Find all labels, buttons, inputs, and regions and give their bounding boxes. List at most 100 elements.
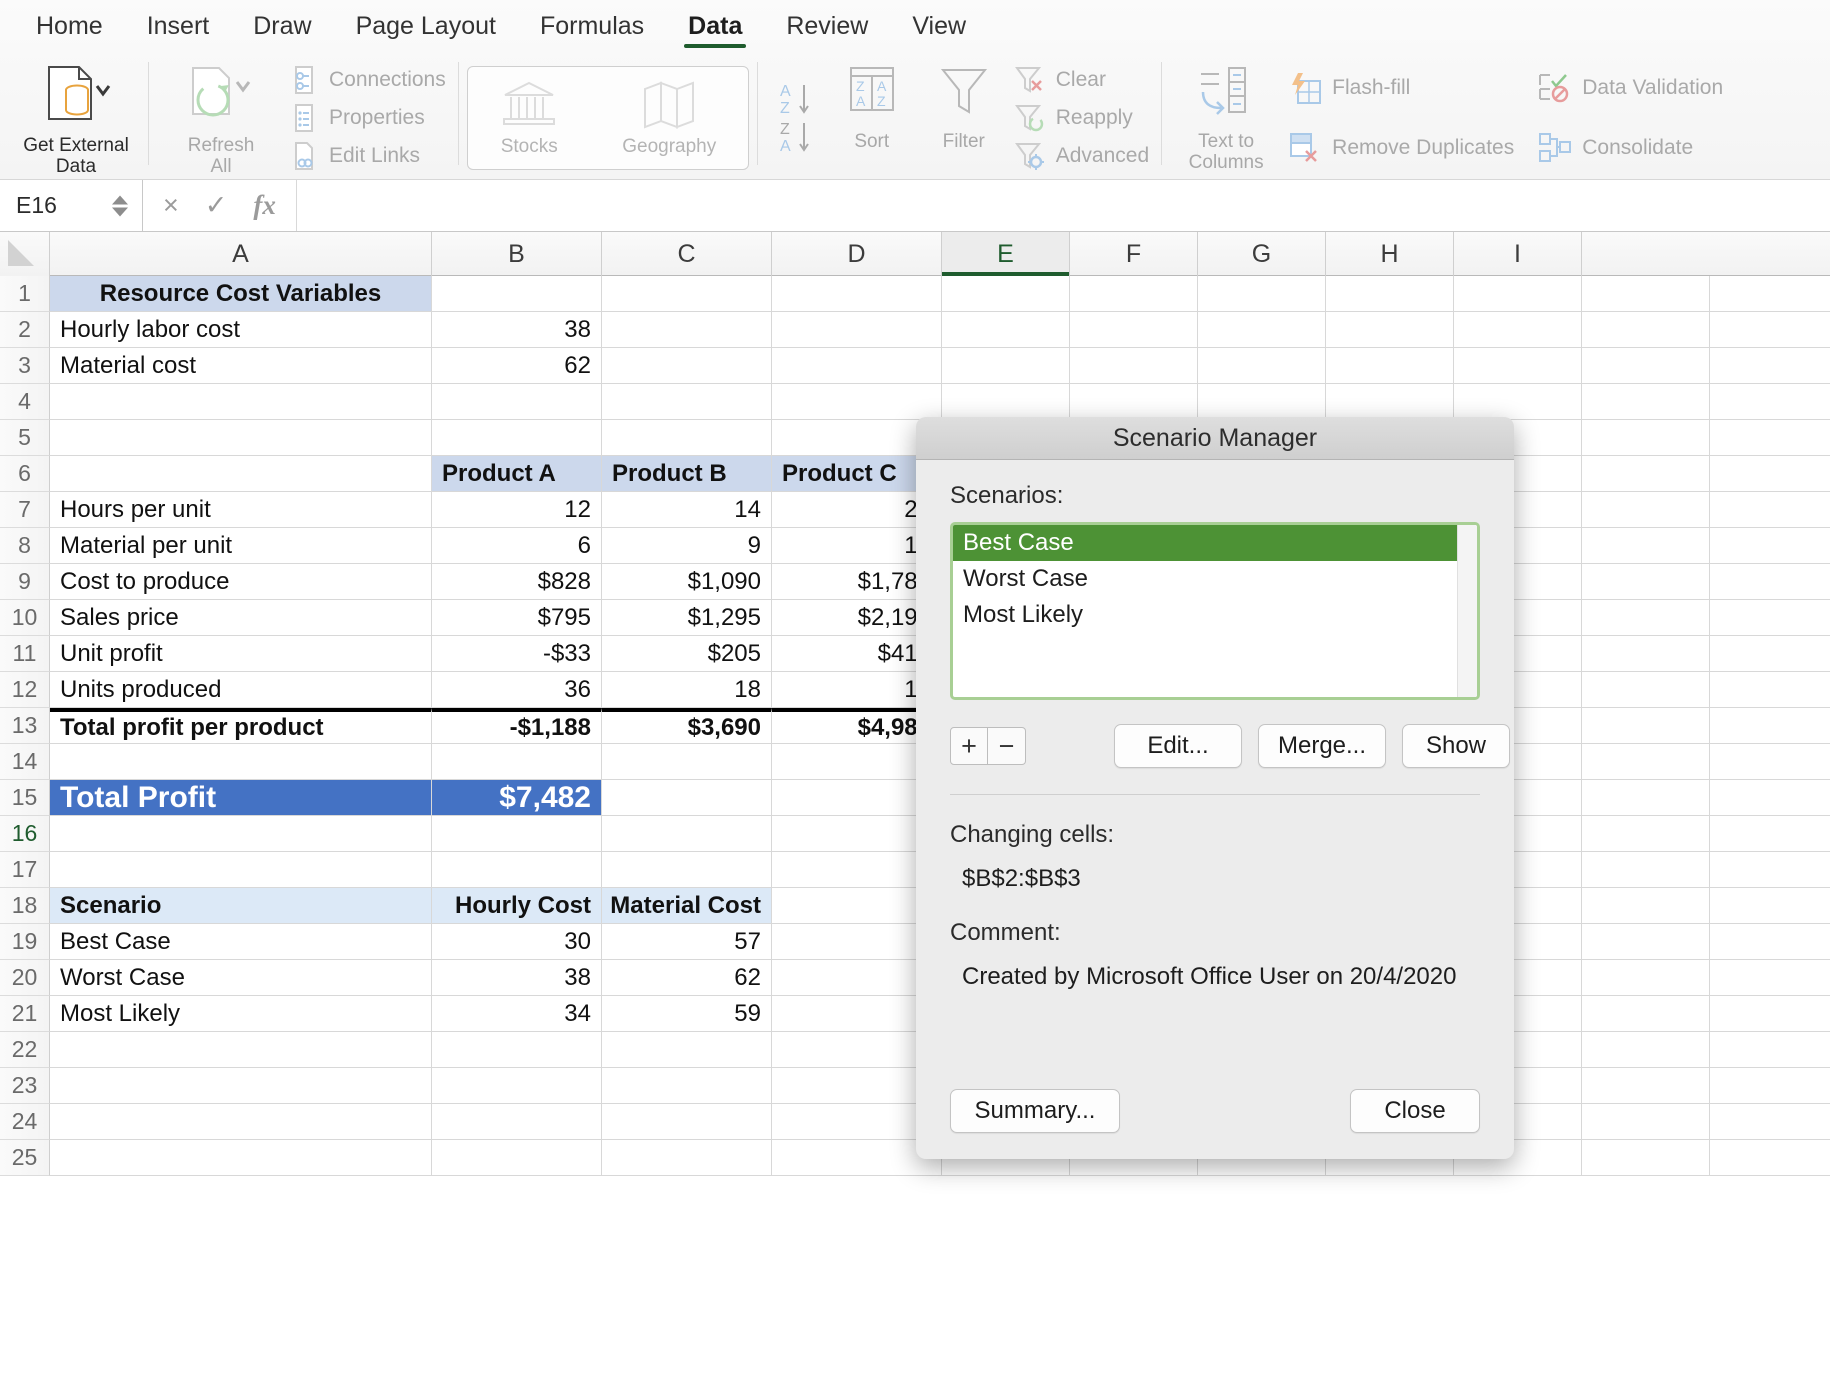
cell-K11[interactable] bbox=[1710, 636, 1830, 672]
row-header-21[interactable]: 21 bbox=[0, 996, 50, 1032]
cell-D4[interactable] bbox=[772, 384, 942, 420]
text-to-columns-button[interactable]: Text toColumns bbox=[1170, 58, 1282, 174]
cell-B17[interactable] bbox=[432, 852, 602, 888]
row-header-15[interactable]: 15 bbox=[0, 780, 50, 816]
row-header-6[interactable]: 6 bbox=[0, 456, 50, 492]
select-all-corner[interactable] bbox=[0, 232, 50, 276]
remove-scenario-button[interactable]: − bbox=[988, 727, 1026, 765]
sort-desc-button[interactable]: Z A bbox=[772, 118, 820, 156]
sort-button[interactable]: Z A A Z Sort bbox=[826, 58, 918, 152]
row-header-13[interactable]: 13 bbox=[0, 708, 50, 744]
cell-C19[interactable]: 57 bbox=[602, 924, 772, 960]
cell-B16[interactable] bbox=[432, 816, 602, 852]
cell-J23[interactable] bbox=[1582, 1068, 1710, 1104]
cell-A20[interactable]: Worst Case bbox=[50, 960, 432, 996]
cell-A22[interactable] bbox=[50, 1032, 432, 1068]
row-header-10[interactable]: 10 bbox=[0, 600, 50, 636]
cell-K12[interactable] bbox=[1710, 672, 1830, 708]
scenarios-scrollbar[interactable] bbox=[1457, 525, 1477, 697]
column-header-h[interactable]: H bbox=[1326, 232, 1454, 276]
tab-insert[interactable]: Insert bbox=[125, 0, 232, 52]
row-header-4[interactable]: 4 bbox=[0, 384, 50, 420]
cell-A8[interactable]: Material per unit bbox=[50, 528, 432, 564]
cell-A2[interactable]: Hourly labor cost bbox=[50, 312, 432, 348]
cell-J21[interactable] bbox=[1582, 996, 1710, 1032]
cell-B20[interactable]: 38 bbox=[432, 960, 602, 996]
cell-A23[interactable] bbox=[50, 1068, 432, 1104]
cell-C9[interactable]: $1,090 bbox=[602, 564, 772, 600]
cell-K6[interactable] bbox=[1710, 456, 1830, 492]
cell-G2[interactable] bbox=[1198, 312, 1326, 348]
cell-B15[interactable]: $7,482 bbox=[432, 780, 602, 816]
cell-B10[interactable]: $795 bbox=[432, 600, 602, 636]
cell-A4[interactable] bbox=[50, 384, 432, 420]
cell-J20[interactable] bbox=[1582, 960, 1710, 996]
close-button[interactable]: Close bbox=[1350, 1089, 1480, 1133]
cell-C22[interactable] bbox=[602, 1032, 772, 1068]
sort-asc-button[interactable]: A Z bbox=[772, 80, 820, 118]
cell-K15[interactable] bbox=[1710, 780, 1830, 816]
cell-K20[interactable] bbox=[1710, 960, 1830, 996]
row-header-2[interactable]: 2 bbox=[0, 312, 50, 348]
cell-K1[interactable] bbox=[1710, 276, 1830, 312]
cell-A12[interactable]: Units produced bbox=[50, 672, 432, 708]
cell-A9[interactable]: Cost to produce bbox=[50, 564, 432, 600]
cell-K8[interactable] bbox=[1710, 528, 1830, 564]
confirm-icon[interactable]: ✓ bbox=[205, 190, 228, 221]
cell-A13[interactable]: Total profit per product bbox=[50, 708, 432, 744]
cell-B19[interactable]: 30 bbox=[432, 924, 602, 960]
cell-J15[interactable] bbox=[1582, 780, 1710, 816]
cell-K5[interactable] bbox=[1710, 420, 1830, 456]
row-header-8[interactable]: 8 bbox=[0, 528, 50, 564]
row-header-22[interactable]: 22 bbox=[0, 1032, 50, 1068]
cell-F4[interactable] bbox=[1070, 384, 1198, 420]
reapply-button[interactable]: Reapply bbox=[1010, 99, 1153, 137]
cell-J19[interactable] bbox=[1582, 924, 1710, 960]
cell-C1[interactable] bbox=[602, 276, 772, 312]
add-scenario-button[interactable]: + bbox=[950, 727, 988, 765]
cell-A19[interactable]: Best Case bbox=[50, 924, 432, 960]
cell-B14[interactable] bbox=[432, 744, 602, 780]
cell-C17[interactable] bbox=[602, 852, 772, 888]
cell-J10[interactable] bbox=[1582, 600, 1710, 636]
cell-I4[interactable] bbox=[1454, 384, 1582, 420]
cell-B8[interactable]: 6 bbox=[432, 528, 602, 564]
row-header-24[interactable]: 24 bbox=[0, 1104, 50, 1140]
cell-A7[interactable]: Hours per unit bbox=[50, 492, 432, 528]
cell-E4[interactable] bbox=[942, 384, 1070, 420]
cell-B9[interactable]: $828 bbox=[432, 564, 602, 600]
cell-B25[interactable] bbox=[432, 1140, 602, 1176]
cell-C5[interactable] bbox=[602, 420, 772, 456]
cell-C2[interactable] bbox=[602, 312, 772, 348]
name-box-spinner[interactable] bbox=[112, 195, 128, 216]
cell-K9[interactable] bbox=[1710, 564, 1830, 600]
cell-J3[interactable] bbox=[1582, 348, 1710, 384]
column-header-e[interactable]: E bbox=[942, 232, 1070, 276]
cell-J11[interactable] bbox=[1582, 636, 1710, 672]
cell-C24[interactable] bbox=[602, 1104, 772, 1140]
cell-H2[interactable] bbox=[1326, 312, 1454, 348]
cell-K7[interactable] bbox=[1710, 492, 1830, 528]
cell-E2[interactable] bbox=[942, 312, 1070, 348]
cell-A21[interactable]: Most Likely bbox=[50, 996, 432, 1032]
cell-F1[interactable] bbox=[1070, 276, 1198, 312]
cell-F2[interactable] bbox=[1070, 312, 1198, 348]
cell-D1[interactable] bbox=[772, 276, 942, 312]
spreadsheet-grid[interactable]: ABCDEFGHI 123456789101112131415161718192… bbox=[0, 232, 1830, 1380]
properties-button[interactable]: Properties bbox=[285, 99, 450, 137]
cell-J22[interactable] bbox=[1582, 1032, 1710, 1068]
cell-C3[interactable] bbox=[602, 348, 772, 384]
cell-E3[interactable] bbox=[942, 348, 1070, 384]
tab-review[interactable]: Review bbox=[764, 0, 890, 52]
cell-A1[interactable]: Resource Cost Variables bbox=[50, 276, 432, 312]
edit-scenario-button[interactable]: Edit... bbox=[1114, 724, 1242, 768]
cell-A16[interactable] bbox=[50, 816, 432, 852]
cell-K25[interactable] bbox=[1710, 1140, 1830, 1176]
cell-B24[interactable] bbox=[432, 1104, 602, 1140]
cell-K13[interactable] bbox=[1710, 708, 1830, 744]
cell-K16[interactable] bbox=[1710, 816, 1830, 852]
cell-K19[interactable] bbox=[1710, 924, 1830, 960]
cell-G1[interactable] bbox=[1198, 276, 1326, 312]
cell-E1[interactable] bbox=[942, 276, 1070, 312]
cell-J5[interactable] bbox=[1582, 420, 1710, 456]
